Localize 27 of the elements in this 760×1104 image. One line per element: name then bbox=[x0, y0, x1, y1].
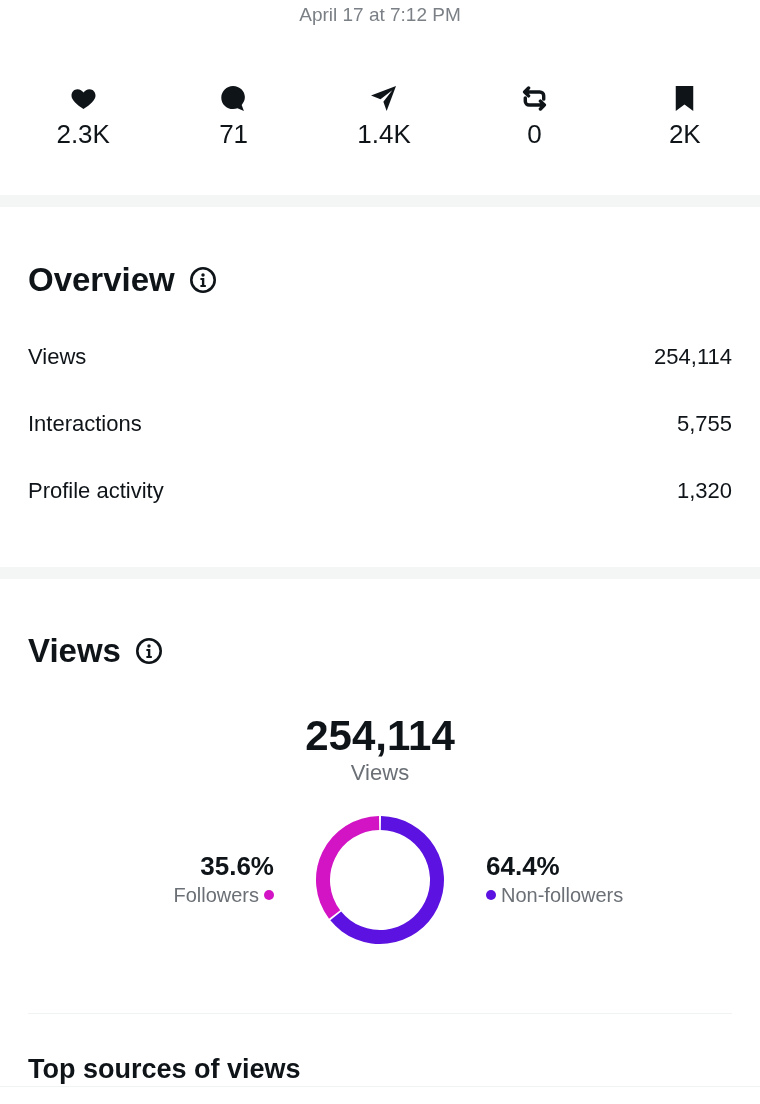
metric-value: 1,320 bbox=[676, 477, 732, 504]
segment-label: Followers bbox=[173, 883, 259, 908]
engagement-count: 1.4K bbox=[357, 118, 411, 150]
segment-label: Non-followers bbox=[501, 883, 624, 908]
section-heading: Views bbox=[28, 631, 121, 671]
engagement-count: 0 bbox=[527, 118, 542, 150]
heart-icon bbox=[70, 86, 96, 111]
engagement-count: 2K bbox=[668, 118, 701, 150]
segment-percent: 35.6% bbox=[200, 851, 274, 881]
metric-label: Interactions bbox=[28, 410, 142, 437]
section-heading: Overview bbox=[28, 260, 175, 300]
metric-value: 5,755 bbox=[676, 410, 732, 437]
metric-label: Views bbox=[28, 343, 87, 370]
metric-label: Profile activity bbox=[28, 477, 164, 504]
engagement-count: 2.3K bbox=[56, 118, 110, 150]
info-icon[interactable] bbox=[135, 638, 162, 664]
info-icon[interactable] bbox=[189, 267, 216, 293]
post-timestamp: April 17 at 7:12 PM bbox=[299, 3, 461, 27]
views-total: 254,114 bbox=[305, 713, 455, 759]
segment-percent: 64.4% bbox=[486, 851, 560, 881]
repost-arrows-icon bbox=[521, 86, 547, 111]
speech-bubble-icon bbox=[221, 86, 247, 111]
views-total-label: Views bbox=[350, 759, 410, 787]
metric-value: 254,114 bbox=[654, 343, 732, 370]
paper-plane-icon bbox=[371, 86, 397, 111]
engagement-count: 71 bbox=[219, 118, 249, 150]
section-heading: Top sources of views bbox=[28, 1053, 301, 1086]
